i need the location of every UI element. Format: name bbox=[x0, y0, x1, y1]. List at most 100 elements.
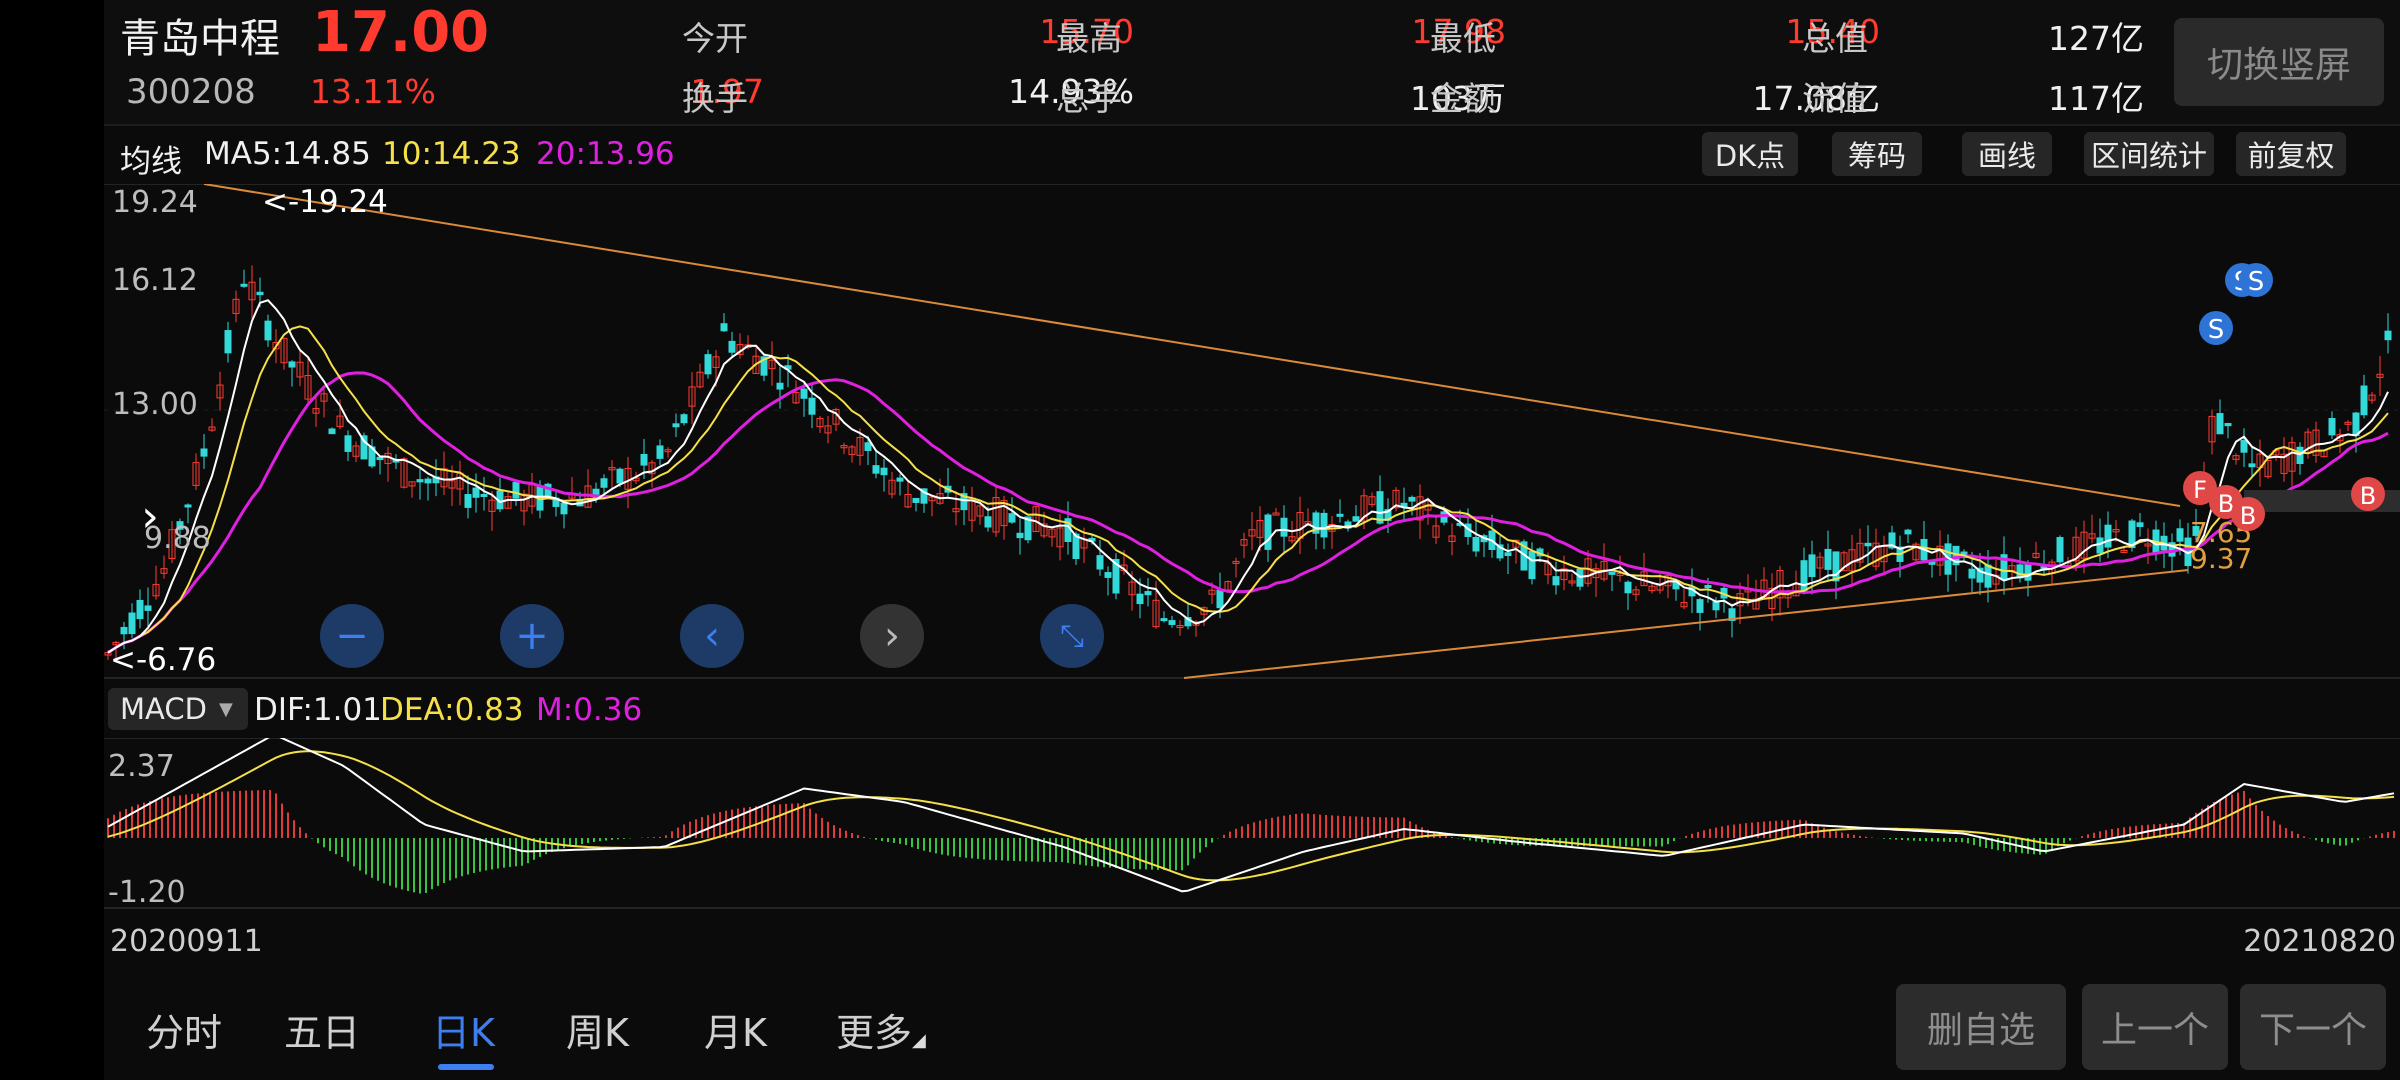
candle-body bbox=[144, 605, 152, 611]
candle-body bbox=[200, 448, 208, 457]
candle-body bbox=[2328, 418, 2336, 436]
ma10-line bbox=[107, 325, 2389, 654]
macd-dif: DIF:1.01 bbox=[254, 692, 382, 728]
tab-more-label: 更多 bbox=[836, 1011, 913, 1055]
remove-watchlist-button[interactable]: 删自选 bbox=[1896, 984, 2066, 1070]
change-percent: 13.11% bbox=[310, 72, 436, 111]
candle-body bbox=[2216, 413, 2224, 435]
candle-body bbox=[1504, 552, 1512, 557]
macd-legend-bar: MACD ▼ DIF:1.01 DEA:0.83 M:0.36 bbox=[104, 684, 2400, 736]
candle-body bbox=[2296, 446, 2304, 464]
candle-body bbox=[328, 428, 336, 435]
candle-body bbox=[2240, 439, 2248, 453]
candle-body bbox=[2024, 562, 2032, 581]
total-cap-value: 127亿 bbox=[2048, 19, 2144, 58]
next-stock-button[interactable]: 下一个 bbox=[2240, 984, 2386, 1070]
stock-chart-app: 青岛中程 17.00 300208 13.11% 1.97 今开 15.70 换… bbox=[104, 0, 2400, 1080]
candle-body bbox=[728, 340, 736, 353]
zoom-in-icon[interactable]: + bbox=[500, 604, 564, 668]
amount-label: 金额 bbox=[1430, 79, 1496, 118]
candle-body bbox=[1624, 581, 1632, 594]
candle-body bbox=[1320, 512, 1328, 538]
candle-body bbox=[1552, 576, 1560, 586]
scroll-right-icon[interactable]: › bbox=[860, 604, 924, 668]
macd-dea: DEA:0.83 bbox=[380, 692, 524, 728]
ma20-value: 20:13.96 bbox=[536, 136, 675, 172]
stock-name: 青岛中程 bbox=[120, 16, 280, 62]
candle-body bbox=[472, 487, 480, 498]
candle-body bbox=[560, 502, 568, 515]
candle-body bbox=[424, 478, 432, 484]
high-label: 最高 bbox=[1056, 19, 1122, 58]
candle-body bbox=[872, 465, 880, 474]
candle-body bbox=[1280, 517, 1288, 537]
candle-body bbox=[1160, 618, 1168, 622]
tab-more[interactable]: 更多◢ bbox=[836, 1002, 926, 1057]
candle-body bbox=[1472, 536, 1480, 552]
candle-body bbox=[2360, 385, 2368, 416]
candle-body bbox=[2096, 537, 2104, 554]
volume-label: 总手 bbox=[1056, 79, 1122, 118]
candle-body bbox=[224, 330, 232, 354]
candle-body bbox=[1104, 572, 1112, 578]
candle-body bbox=[256, 291, 264, 296]
kline-chart[interactable]: 19.24 16.12 13.00 9.88 <-19.24 <-6.76 7.… bbox=[104, 183, 2400, 680]
dropdown-caret-icon: ▼ bbox=[218, 698, 233, 720]
tab-five-day[interactable]: 五日 bbox=[284, 1002, 360, 1057]
y-label-top: 19.24 bbox=[112, 185, 198, 220]
chips-button[interactable]: 筹码 bbox=[1832, 132, 1922, 176]
candle-body bbox=[1216, 589, 1224, 609]
candle-body bbox=[800, 388, 808, 399]
candle-body bbox=[984, 516, 992, 528]
candle-body bbox=[1704, 585, 1712, 589]
candle-body bbox=[1608, 571, 1616, 575]
expand-left-icon[interactable]: › bbox=[118, 484, 182, 548]
ma20-line bbox=[107, 371, 2389, 654]
zoom-out-icon[interactable]: − bbox=[320, 604, 384, 668]
range-stats-button[interactable]: 区间统计 bbox=[2084, 132, 2214, 176]
more-caret-icon: ◢ bbox=[912, 1030, 926, 1051]
switch-portrait-button[interactable]: 切换竖屏 bbox=[2174, 18, 2384, 106]
tab-intraday[interactable]: 分时 bbox=[146, 1002, 222, 1057]
candle-body bbox=[264, 320, 272, 341]
candle-body bbox=[288, 361, 296, 368]
candle-body bbox=[376, 456, 384, 461]
ma-label[interactable]: 均线 bbox=[120, 136, 182, 181]
draw-line-button[interactable]: 画线 bbox=[1962, 132, 2052, 176]
reset-zoom-icon[interactable]: ⤡ bbox=[1040, 604, 1104, 668]
candle-body bbox=[1968, 568, 1976, 579]
active-tab-indicator bbox=[438, 1064, 494, 1070]
tab-monthly-k[interactable]: 月K bbox=[704, 1002, 767, 1057]
candle-body bbox=[616, 468, 624, 484]
candle-body bbox=[2136, 522, 2144, 527]
dk-point-button[interactable]: DK点 bbox=[1702, 132, 1798, 176]
candle-body bbox=[480, 493, 488, 497]
stock-code: 300208 bbox=[126, 72, 256, 112]
candle-body bbox=[720, 323, 728, 332]
quote-header: 青岛中程 17.00 300208 13.11% 1.97 今开 15.70 换… bbox=[104, 0, 2400, 126]
trend-line-lower bbox=[1183, 569, 2189, 679]
candle-body bbox=[416, 479, 424, 483]
macd-histogram bbox=[107, 790, 2395, 894]
indicator-select[interactable]: MACD ▼ bbox=[108, 688, 248, 730]
indicator-select-value: MACD bbox=[120, 692, 207, 726]
candle-body bbox=[640, 453, 648, 466]
tab-daily-k[interactable]: 日K bbox=[432, 1002, 495, 1057]
max-price-mark: <-19.24 bbox=[262, 184, 388, 220]
tab-weekly-k[interactable]: 周K bbox=[566, 1002, 629, 1057]
candle-body bbox=[1008, 513, 1016, 523]
scroll-left-icon[interactable]: ‹ bbox=[680, 604, 744, 668]
candle-body bbox=[2056, 537, 2064, 563]
candle-body bbox=[1136, 593, 1144, 605]
macd-svg: 2.37 -1.20 bbox=[104, 734, 2400, 910]
start-date: 20200911 bbox=[110, 924, 263, 959]
candle-body bbox=[1808, 554, 1816, 578]
macd-chart[interactable]: 2.37 -1.20 bbox=[104, 734, 2400, 910]
candle-body bbox=[1144, 591, 1152, 596]
candle-body bbox=[672, 423, 680, 428]
forward-adjust-button[interactable]: 前复权 bbox=[2236, 132, 2346, 176]
svg-text:B: B bbox=[2360, 482, 2376, 510]
low-label: 最低 bbox=[1430, 19, 1496, 58]
prev-stock-button[interactable]: 上一个 bbox=[2082, 984, 2228, 1070]
candle-body bbox=[1528, 550, 1536, 580]
